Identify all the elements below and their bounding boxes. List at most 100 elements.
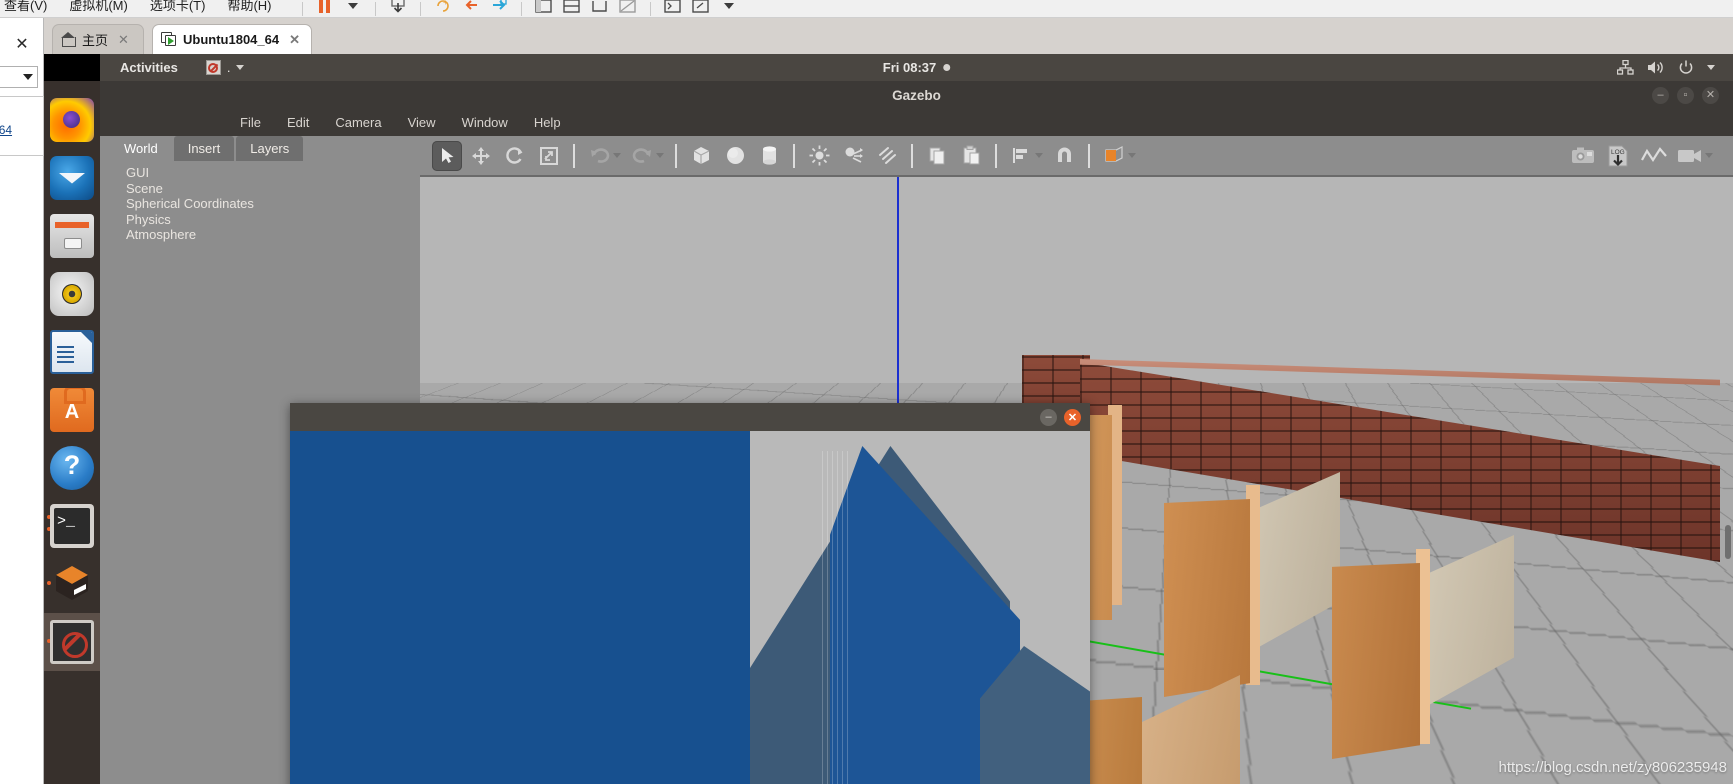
vm-library-item[interactable]: 804_64 [0, 123, 12, 137]
translate-icon[interactable] [466, 141, 496, 171]
dock-item-terminal[interactable] [44, 497, 100, 555]
menu-window[interactable]: Window [462, 115, 508, 130]
camera-window-close-button[interactable]: ✕ [1064, 409, 1081, 426]
dock-item-rhythmbox[interactable] [44, 265, 100, 323]
maximize-button[interactable]: ▫ [1677, 87, 1694, 104]
view-dropdown-icon[interactable] [1128, 153, 1136, 158]
dock-item-ubuntu-software[interactable] [44, 381, 100, 439]
dock-item-files[interactable] [44, 207, 100, 265]
power-icon[interactable] [1678, 60, 1694, 76]
libreoffice-writer-icon [50, 330, 94, 374]
plot-line-icon[interactable] [1638, 141, 1670, 171]
gazebo-window: Gazebo – ▫ ✕ File Edit Camera View Windo… [100, 81, 1733, 784]
box-icon[interactable] [686, 141, 716, 171]
dock-item-gazebo[interactable] [44, 555, 100, 613]
vmware-menu-tabs[interactable]: 选项卡(T) [150, 0, 206, 14]
camera-window-titlebar[interactable]: – ✕ [290, 403, 1090, 431]
activities-button[interactable]: Activities [120, 60, 178, 75]
vmware-menu-view[interactable]: 查看(V) [4, 0, 47, 14]
tree-item-scene[interactable]: Scene [126, 181, 375, 197]
menu-edit[interactable]: Edit [287, 115, 309, 130]
tab-insert[interactable]: Insert [174, 136, 235, 161]
tab-ubuntu1804-64[interactable]: Ubuntu1804_64 ✕ [152, 24, 312, 54]
split-icon[interactable] [562, 1, 582, 17]
sidebar-dropdown[interactable]: ... [0, 66, 38, 88]
vm-library-tree[interactable]: 804_64 [0, 96, 44, 156]
menu-camera[interactable]: Camera [335, 115, 381, 130]
tree-item-atmosphere[interactable]: Atmosphere [126, 227, 375, 243]
tab-home-close-icon[interactable]: ✕ [118, 32, 129, 48]
tab-ubuntu-close-icon[interactable]: ✕ [289, 32, 300, 48]
dock-item-libreoffice-writer[interactable] [44, 323, 100, 381]
sidebar-icon[interactable] [534, 1, 554, 17]
volume-icon[interactable] [1647, 60, 1665, 75]
select-arrow-icon[interactable] [432, 141, 462, 171]
video-record-icon[interactable] [1674, 141, 1706, 171]
camera-view-window[interactable]: – ✕ [290, 403, 1090, 784]
cubicle-partition[interactable] [1332, 563, 1420, 759]
spot-light-icon[interactable] [838, 141, 868, 171]
clock[interactable]: Fri 08:37 [883, 60, 950, 75]
screenshot-camera-icon[interactable] [1568, 141, 1598, 171]
undo-icon[interactable] [584, 141, 614, 171]
directional-light-icon[interactable] [872, 141, 902, 171]
close-button[interactable]: ✕ [1702, 87, 1719, 104]
copy-icon[interactable] [922, 141, 952, 171]
tab-home[interactable]: 主页 ✕ [52, 24, 144, 54]
undo-dropdown-icon[interactable] [613, 153, 621, 158]
menu-view[interactable]: View [408, 115, 436, 130]
scale-icon[interactable] [534, 141, 564, 171]
download-icon[interactable] [388, 1, 408, 17]
menu-file[interactable]: File [240, 115, 261, 130]
align-dropdown-icon[interactable] [1035, 153, 1043, 158]
cubicle-partition[interactable] [1164, 499, 1250, 697]
pause-icon[interactable] [315, 1, 335, 17]
sidebar-close-button[interactable]: ✕ [15, 34, 28, 54]
toolbar-overflow-caret-icon[interactable] [719, 1, 739, 17]
viewport-scroll-handle[interactable] [1725, 525, 1731, 559]
dock-item-thunderbird[interactable] [44, 149, 100, 207]
tab-world[interactable]: World [110, 136, 172, 161]
tab-layers[interactable]: Layers [236, 136, 303, 161]
app-menu-button[interactable]: . [206, 60, 245, 75]
tree-item-physics[interactable]: Physics [126, 212, 375, 228]
gazebo-titlebar[interactable]: Gazebo – ▫ ✕ [100, 81, 1733, 109]
console-icon[interactable] [663, 1, 683, 17]
video-dropdown-icon[interactable] [1705, 153, 1713, 158]
sphere-icon[interactable] [720, 141, 750, 171]
tree-item-spherical-coordinates[interactable]: Spherical Coordinates [126, 196, 375, 212]
snapshot-revert-icon[interactable] [461, 1, 481, 17]
redo-dropdown-icon[interactable] [656, 153, 664, 158]
dock-item-help[interactable] [44, 439, 100, 497]
watermark-text: https://blog.csdn.net/zy806235948 [1498, 759, 1727, 776]
menu-help[interactable]: Help [534, 115, 561, 130]
vmware-menu-vm[interactable]: 虚拟机(M) [69, 0, 128, 14]
rotate-icon[interactable] [500, 141, 530, 171]
dropdown-caret-icon[interactable] [343, 1, 363, 17]
snapshot-manager-icon[interactable] [489, 1, 509, 17]
vmware-menu-help[interactable]: 帮助(H) [227, 0, 271, 14]
chevron-down-icon[interactable] [1707, 65, 1715, 70]
minimize-button[interactable]: – [1652, 87, 1669, 104]
thumbnail-icon[interactable] [618, 1, 638, 17]
align-icon[interactable] [1006, 141, 1036, 171]
snapshot-add-icon[interactable]: + [433, 1, 453, 17]
point-light-icon[interactable] [804, 141, 834, 171]
paste-icon[interactable] [956, 141, 986, 171]
log-download-icon[interactable]: LOG [1602, 141, 1634, 171]
toolbar-divider [793, 144, 795, 168]
view-transparency-cube-icon[interactable] [1099, 141, 1129, 171]
camera-window-canvas [290, 431, 1090, 784]
cylinder-icon[interactable] [754, 141, 784, 171]
fullscreen-icon[interactable] [691, 1, 711, 17]
camera-wall-streaks [822, 451, 848, 784]
dock-item-no-entry-app[interactable] [44, 613, 100, 671]
library-icon[interactable] [590, 1, 610, 17]
redo-icon[interactable] [627, 141, 657, 171]
tree-item-gui[interactable]: GUI [126, 165, 375, 181]
chevron-down-icon [236, 65, 244, 70]
snap-magnet-icon[interactable] [1049, 141, 1079, 171]
network-icon[interactable] [1617, 60, 1634, 75]
camera-window-minimize-button[interactable]: – [1040, 409, 1057, 426]
dock-item-firefox[interactable] [44, 91, 100, 149]
